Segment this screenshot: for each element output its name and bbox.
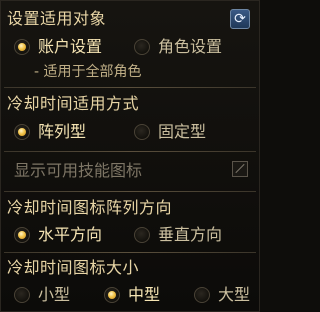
radio-character-settings[interactable]	[134, 39, 150, 55]
option-label: 大型	[218, 285, 251, 304]
option-label: 角色设置	[158, 37, 223, 56]
option-horizontal[interactable]: 水平方向	[14, 224, 102, 246]
refresh-button[interactable]: ⟳	[230, 9, 250, 29]
radio-account-settings[interactable]	[14, 39, 30, 55]
option-fixed-type[interactable]: 固定型	[134, 121, 206, 143]
option-account-settings[interactable]: 账户设置	[14, 36, 102, 58]
show-usable-icons-label: 显示可用技能图标	[14, 161, 143, 180]
divider	[4, 252, 256, 253]
option-label: 小型	[38, 285, 71, 304]
option-label: 水平方向	[38, 225, 103, 244]
icon-size-heading: 冷却时间图标大小	[7, 258, 140, 277]
cooldown-settings-panel: 设置适用对象 ⟳ 账户设置 角色设置 - 适用于全部角色 冷却时间适用方式 阵列…	[0, 0, 260, 312]
radio-vertical[interactable]	[134, 227, 150, 243]
option-label: 账户设置	[38, 37, 103, 56]
option-vertical[interactable]: 垂直方向	[134, 224, 222, 246]
option-small[interactable]: 小型	[14, 284, 70, 306]
option-label: 中型	[128, 285, 161, 304]
apply-target-note: - 适用于全部角色	[34, 64, 142, 80]
option-label: 阵列型	[38, 122, 87, 141]
radio-large[interactable]	[194, 287, 210, 303]
show-usable-icons-checkbox[interactable]	[232, 161, 248, 177]
radio-small[interactable]	[14, 287, 30, 303]
option-label: 垂直方向	[158, 225, 223, 244]
apply-target-heading: 设置适用对象	[7, 9, 107, 28]
option-large[interactable]: 大型	[194, 284, 250, 306]
radio-horizontal[interactable]	[14, 227, 30, 243]
divider	[4, 151, 256, 152]
option-medium[interactable]: 中型	[104, 284, 160, 306]
cooldown-method-heading: 冷却时间适用方式	[7, 94, 140, 113]
option-array-type[interactable]: 阵列型	[14, 121, 86, 143]
option-character-settings[interactable]: 角色设置	[134, 36, 222, 58]
refresh-icon: ⟳	[234, 11, 246, 27]
radio-array-type[interactable]	[14, 124, 30, 140]
radio-medium[interactable]	[104, 287, 120, 303]
radio-fixed-type[interactable]	[134, 124, 150, 140]
divider	[4, 191, 256, 192]
icon-direction-heading: 冷却时间图标阵列方向	[7, 198, 173, 217]
divider	[4, 87, 256, 88]
option-label: 固定型	[158, 122, 207, 141]
